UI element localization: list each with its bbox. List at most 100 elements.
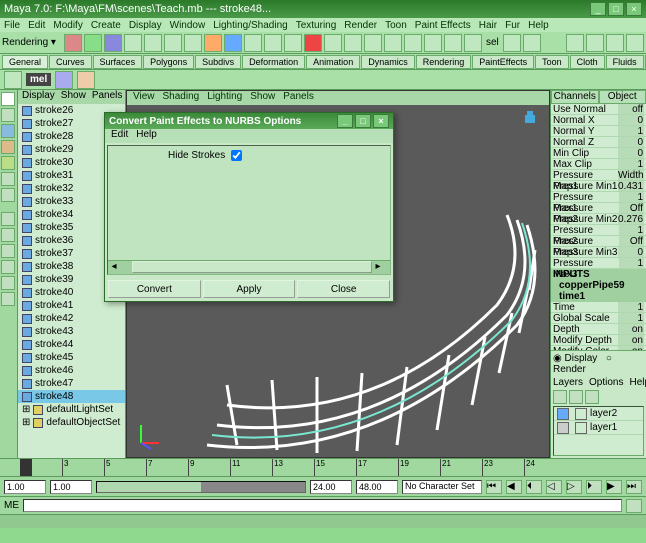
layer-menu-help[interactable]: Help [629, 377, 646, 388]
outliner-menu-panels[interactable]: Panels [92, 90, 123, 104]
toolbar-icon[interactable] [284, 34, 302, 52]
outliner-item[interactable]: stroke45 [18, 351, 125, 364]
dialog-minimize-button[interactable]: _ [337, 114, 353, 128]
layer-menu-layers[interactable]: Layers [553, 377, 583, 388]
shelf-tab-subdivs[interactable]: Subdivs [195, 55, 241, 69]
channel-row[interactable]: Global Scale1 [551, 313, 646, 324]
channel-row[interactable]: Max Clip1 [551, 159, 646, 170]
outliner-item[interactable]: stroke42 [18, 312, 125, 325]
outliner-set[interactable]: ⊞defaultLightSet [18, 403, 125, 416]
channel-row[interactable]: Modify Depthon [551, 335, 646, 346]
layer-vis-toggle[interactable] [557, 422, 569, 434]
convert-button[interactable]: Convert [108, 280, 201, 298]
shelf-toggle-icon[interactable] [4, 71, 22, 89]
shelf-tab-cloth[interactable]: Cloth [570, 55, 605, 69]
scroll-thumb[interactable] [132, 261, 372, 273]
display-radio[interactable]: ◉ Display [553, 353, 597, 364]
outliner-item[interactable]: stroke48 [18, 390, 125, 403]
viewport-menu-show[interactable]: Show [250, 91, 275, 105]
channel-row[interactable]: Normal X0 [551, 115, 646, 126]
tab-object[interactable]: Object [599, 90, 646, 104]
channel-row[interactable]: Pressure Min20.276 [551, 214, 646, 225]
rotate-tool-icon[interactable] [1, 140, 15, 154]
dialog-scrollbar[interactable]: ◂ ▸ [108, 260, 390, 274]
shelf-tab-dynamics[interactable]: Dynamics [361, 55, 415, 69]
play-fwd-icon[interactable]: ▷ [566, 480, 582, 494]
viewport-menu-lighting[interactable]: Lighting [207, 91, 242, 105]
toolbar-icon[interactable] [304, 34, 322, 52]
layout-graph-icon[interactable] [1, 292, 15, 306]
channel-row[interactable]: Pressure Map3Off [551, 236, 646, 247]
shelf-icon[interactable] [55, 71, 73, 89]
time-slider[interactable]: 135791113151719212324 [0, 458, 646, 476]
charset-dropdown[interactable]: No Character Set [402, 480, 482, 494]
menu-hair[interactable]: Hair [479, 20, 497, 31]
channel-row[interactable]: Pressure Map2Off [551, 203, 646, 214]
play-back-icon[interactable]: ◁ [546, 480, 562, 494]
step-back-icon[interactable]: ◀ [506, 480, 522, 494]
layout-four-icon[interactable] [1, 228, 15, 242]
layer-list[interactable]: layer2layer1 [553, 406, 644, 456]
toolbar-icon[interactable] [586, 34, 604, 52]
toolbar-icon[interactable] [144, 34, 162, 52]
lasso-tool-icon[interactable] [1, 108, 15, 122]
menu-create[interactable]: Create [91, 20, 121, 31]
dialog-titlebar[interactable]: Convert Paint Effects to NURBS Options _… [105, 113, 393, 129]
channel-row[interactable]: Normal Y1 [551, 126, 646, 137]
layout-single-icon[interactable] [1, 212, 15, 226]
channel-row[interactable]: Time1 [551, 302, 646, 313]
menu-window[interactable]: Window [170, 20, 206, 31]
shelf-tab-fluids[interactable]: Fluids [606, 55, 644, 69]
select-tool-icon[interactable] [1, 92, 15, 106]
toolbar-icon[interactable] [344, 34, 362, 52]
layer-row[interactable]: layer2 [554, 407, 643, 421]
current-time-marker[interactable] [20, 459, 32, 476]
manip-tool-icon[interactable] [1, 172, 15, 186]
toolbar-icon[interactable] [204, 34, 222, 52]
toolbar-icon[interactable] [104, 34, 122, 52]
toolbar-icon[interactable] [606, 34, 624, 52]
shelf-tab-polygons[interactable]: Polygons [143, 55, 194, 69]
forward-end-icon[interactable]: ⏭ [626, 480, 642, 494]
menu-file[interactable]: File [4, 20, 20, 31]
minimize-button[interactable]: _ [590, 2, 606, 16]
prev-key-icon[interactable]: ⏴ [526, 480, 542, 494]
channel-row[interactable]: Pressure Min10.431 [551, 181, 646, 192]
layer-row[interactable]: layer1 [554, 421, 643, 435]
toolbar-icon[interactable] [324, 34, 342, 52]
channel-row[interactable]: Use Normaloff [551, 104, 646, 115]
channel-row[interactable]: Normal Z0 [551, 137, 646, 148]
toolbar-icon[interactable] [124, 34, 142, 52]
toolbar-icon[interactable] [264, 34, 282, 52]
toolbar-icon[interactable] [364, 34, 382, 52]
outliner-menu-display[interactable]: Display [22, 90, 55, 104]
shelf-icon[interactable] [77, 71, 95, 89]
step-fwd-icon[interactable]: ▶ [606, 480, 622, 494]
layer-type-toggle[interactable] [575, 422, 587, 434]
viewport-menu-shading[interactable]: Shading [163, 91, 200, 105]
outliner-item[interactable]: stroke44 [18, 338, 125, 351]
dialog-menu-edit[interactable]: Edit [111, 129, 128, 143]
outliner-item[interactable]: stroke43 [18, 325, 125, 338]
last-tool-icon[interactable] [1, 188, 15, 202]
channel-list[interactable]: Use NormaloffNormal X0Normal Y1Normal Z0… [551, 104, 646, 350]
layer-vis-toggle[interactable] [557, 408, 569, 420]
toolbar-icon[interactable] [244, 34, 262, 52]
channel-row[interactable]: Pressure Max21 [551, 225, 646, 236]
layer-type-toggle[interactable] [575, 408, 587, 420]
channel-row[interactable]: Pressure Map1Width [551, 170, 646, 181]
toolbar-icon[interactable] [404, 34, 422, 52]
layer-menu-options[interactable]: Options [589, 377, 623, 388]
toolbar-icon[interactable] [384, 34, 402, 52]
viewport-menu-view[interactable]: View [133, 91, 155, 105]
layout-outliner-icon[interactable] [1, 260, 15, 274]
maximize-button[interactable]: □ [608, 2, 624, 16]
shelf-tab-general[interactable]: General [2, 55, 48, 69]
next-key-icon[interactable]: ⏵ [586, 480, 602, 494]
shelf-tab-toon[interactable]: Toon [535, 55, 569, 69]
layout-persp-icon[interactable] [1, 244, 15, 258]
menu-lightingshading[interactable]: Lighting/Shading [213, 20, 288, 31]
menu-help[interactable]: Help [528, 20, 549, 31]
layer-new-icon[interactable] [553, 390, 567, 404]
toolbar-icon[interactable] [224, 34, 242, 52]
